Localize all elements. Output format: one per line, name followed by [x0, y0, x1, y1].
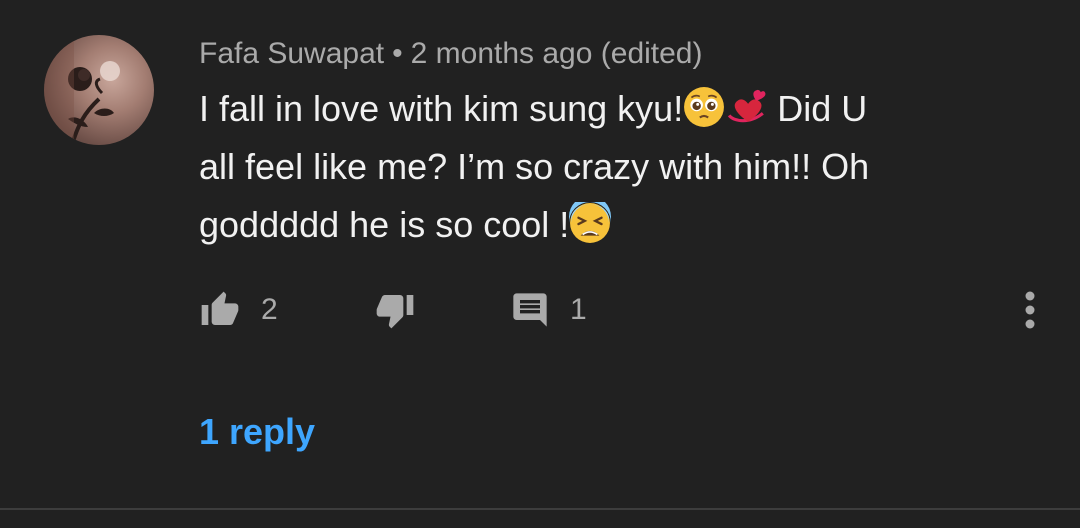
revolving-hearts-emoji [725, 86, 767, 128]
author-name[interactable]: Fafa Suwapat [199, 37, 384, 70]
comment-thread: Fafa Suwapat • 2 months ago (edited) I fal… [0, 0, 1080, 528]
comment-text: I fall in love with kim sung kyu! Did U … [199, 80, 959, 254]
tired-face-emoji [569, 202, 612, 244]
view-replies-link[interactable]: 1 reply [199, 411, 315, 453]
comment-line-1: I fall in love with kim sung kyu! Did U [199, 80, 959, 138]
dislike-button[interactable] [374, 288, 416, 332]
like-button[interactable]: 2 [199, 288, 278, 332]
meta-separator: • [392, 37, 403, 70]
comment-meta: Fafa Suwapat • 2 months ago (edited) [199, 37, 702, 71]
pleading-face-emoji [683, 86, 725, 128]
comment-line-2: all feel like me? I’m so crazy with him!… [199, 146, 870, 187]
comment-line-3: goddddd he is so cool ! [199, 196, 959, 254]
thumbs-down-icon [376, 295, 414, 329]
comment-icon [513, 293, 547, 327]
thumbs-up-icon [201, 291, 239, 325]
more-options-button[interactable] [1017, 290, 1043, 334]
rose-silhouette-image [44, 35, 120, 145]
divider [0, 508, 1080, 510]
reply-count: 1 [570, 293, 587, 326]
reply-button[interactable]: 1 [510, 288, 587, 332]
comment-text-segment: I fall in love with kim sung kyu! [199, 88, 684, 129]
comment-timestamp: 2 months ago (edited) [410, 37, 703, 70]
like-count: 2 [261, 293, 278, 326]
comment-text-segment: goddddd he is so cool ! [199, 204, 570, 245]
comment-text-segment: Did U [767, 88, 868, 129]
more-vert-icon [1025, 291, 1035, 329]
avatar[interactable] [44, 35, 154, 145]
